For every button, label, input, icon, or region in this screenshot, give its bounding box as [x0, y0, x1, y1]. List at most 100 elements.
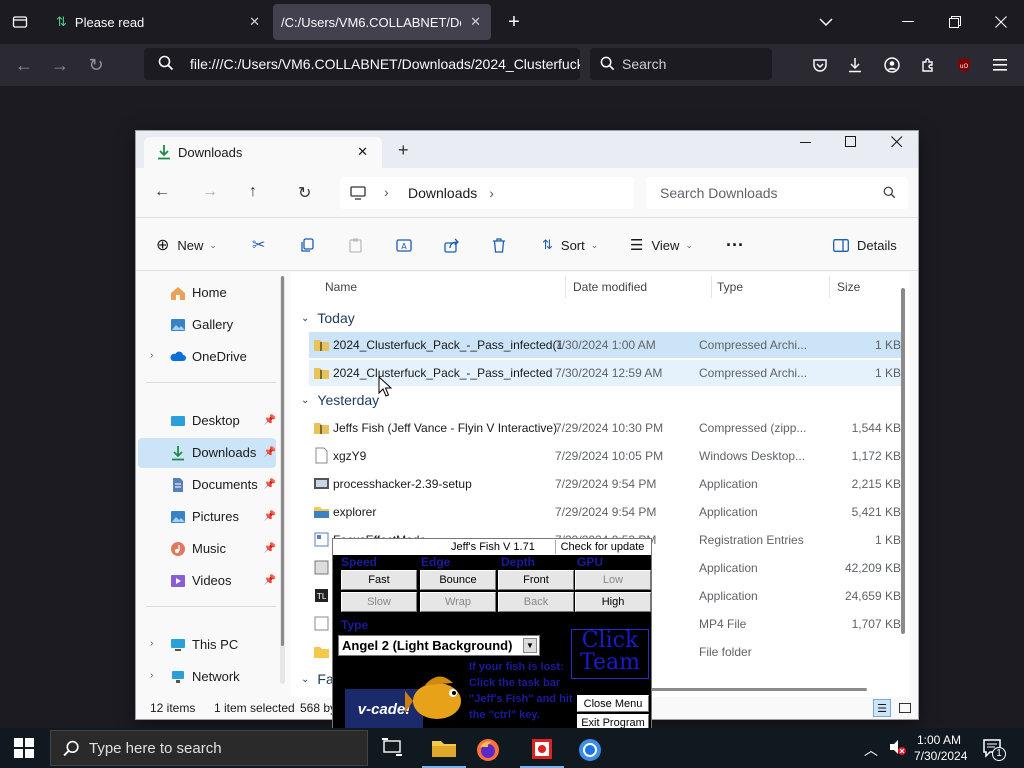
task-view-icon[interactable]: [382, 738, 402, 756]
column-header-type[interactable]: Type: [717, 276, 743, 298]
taskbar-jeffs-fish[interactable]: [520, 730, 564, 768]
up-icon[interactable]: ↑: [249, 183, 257, 201]
back-icon[interactable]: ←: [154, 183, 170, 201]
close-window-icon[interactable]: [989, 10, 1013, 34]
menu-icon[interactable]: [988, 53, 1012, 77]
new-button[interactable]: ⊕ New ⌄: [156, 218, 217, 272]
group-header-fa[interactable]: ⌄ Fa: [301, 669, 334, 689]
tab-downloads-file[interactable]: /C:/Users/VM6.COLLABNET/Downl ✕: [273, 4, 491, 40]
close-tab-icon[interactable]: ✕: [249, 14, 260, 30]
click-team-logo[interactable]: Click Team: [571, 629, 649, 679]
copy-icon[interactable]: [300, 218, 315, 272]
minimize-icon[interactable]: [800, 136, 812, 148]
close-window-icon[interactable]: [891, 136, 903, 148]
sidebar-item-network[interactable]: › Network: [138, 662, 276, 692]
column-divider[interactable]: [565, 276, 566, 298]
extensions-icon[interactable]: [916, 53, 940, 77]
address-bar[interactable]: › Downloads ›: [340, 177, 634, 209]
chevron-right-icon[interactable]: ›: [150, 670, 153, 681]
pocket-icon[interactable]: [808, 53, 832, 77]
restore-icon[interactable]: [943, 10, 967, 34]
list-all-tabs-icon[interactable]: [814, 10, 838, 34]
more-options-icon[interactable]: ···: [726, 218, 744, 272]
check-update-button[interactable]: Check for update: [555, 540, 649, 554]
fast-button[interactable]: Fast: [341, 570, 417, 590]
new-tab-icon[interactable]: +: [502, 10, 526, 34]
taskbar-search-box[interactable]: Type here to search: [50, 730, 368, 766]
high-button[interactable]: High: [575, 592, 651, 612]
table-row[interactable]: explorer 7/29/2024 9:54 PM Application 5…: [309, 499, 901, 525]
taskbar-firefox-icon[interactable]: [476, 738, 500, 762]
fish-type-select[interactable]: Angel 2 (Light Background) ▼: [338, 635, 540, 656]
column-divider[interactable]: [711, 276, 712, 298]
table-row[interactable]: 2024_Clusterfuck_Pack_-_Pass_infected 7/…: [309, 360, 901, 386]
sidebar-item-desktop[interactable]: Desktop 📌: [138, 406, 276, 436]
group-header-yesterday[interactable]: ⌄ Yesterday: [301, 390, 379, 410]
cut-icon[interactable]: ✂: [252, 218, 265, 272]
column-header-name[interactable]: Name: [325, 276, 357, 298]
chevron-right-icon[interactable]: ›: [150, 350, 153, 361]
account-icon[interactable]: [880, 53, 904, 77]
back-button[interactable]: Back: [498, 592, 574, 612]
new-tab-icon[interactable]: +: [398, 140, 409, 161]
windows-start-icon[interactable]: [14, 738, 34, 758]
chevron-down-icon[interactable]: ▼: [523, 638, 537, 653]
taskbar-file-explorer[interactable]: [422, 730, 466, 768]
close-menu-button[interactable]: Close Menu: [577, 695, 649, 712]
forward-icon[interactable]: →: [202, 183, 218, 201]
explorer-tab-downloads[interactable]: Downloads ✕: [144, 137, 382, 168]
slow-button[interactable]: Slow: [341, 592, 417, 612]
sidebar-item-this-pc[interactable]: › This PC: [138, 630, 276, 660]
refresh-icon[interactable]: ↻: [298, 183, 311, 203]
volume-muted-icon[interactable]: [888, 738, 906, 756]
table-row[interactable]: Jeffs Fish (Jeff Vance - Flyin V Interac…: [309, 415, 901, 441]
tab-please-read[interactable]: ⇅ Please read ✕: [44, 4, 270, 40]
sidebar-scrollbar[interactable]: [280, 276, 285, 684]
explorer-search-box[interactable]: Search Downloads: [646, 177, 908, 209]
tab-list-icon[interactable]: [8, 10, 32, 34]
column-header-date[interactable]: Date modified: [573, 276, 647, 298]
low-button[interactable]: Low: [575, 570, 651, 590]
tiles-view-icon[interactable]: [896, 699, 914, 717]
column-divider[interactable]: [829, 276, 830, 298]
front-button[interactable]: Front: [498, 570, 574, 590]
forward-icon[interactable]: →: [48, 53, 72, 77]
url-bar[interactable]: file:///C:/Users/VM6.COLLABNET/Downloads…: [144, 48, 580, 80]
sidebar-item-downloads[interactable]: Downloads 📌: [138, 438, 276, 468]
details-button[interactable]: Details: [833, 218, 897, 272]
table-row[interactable]: xgzY9 7/29/2024 10:05 PM Windows Desktop…: [309, 443, 901, 469]
taskbar-chrome-icon[interactable]: [578, 738, 602, 762]
sidebar-item-onedrive[interactable]: › OneDrive: [138, 342, 276, 372]
notification-center-icon[interactable]: 1: [982, 738, 1006, 761]
sidebar-item-gallery[interactable]: Gallery: [138, 310, 276, 340]
details-view-icon[interactable]: ☰: [873, 699, 891, 717]
breadcrumb-downloads[interactable]: Downloads: [408, 185, 477, 201]
taskbar-clock[interactable]: 1:00 AM 7/30/2024: [914, 732, 967, 764]
wrap-button[interactable]: Wrap: [420, 592, 496, 612]
maximize-icon[interactable]: [845, 136, 857, 148]
reload-icon[interactable]: ↻: [84, 53, 108, 77]
chevron-up-icon[interactable]: ︿: [864, 740, 878, 760]
paste-icon[interactable]: [348, 218, 363, 272]
group-header-today[interactable]: ⌄ Today: [301, 308, 355, 328]
sidebar-item-pictures[interactable]: Pictures 📌: [138, 502, 276, 532]
horizontal-scrollbar[interactable]: [631, 688, 867, 691]
bounce-button[interactable]: Bounce: [420, 570, 496, 590]
downloads-icon[interactable]: [843, 53, 867, 77]
delete-icon[interactable]: [492, 218, 506, 272]
view-button[interactable]: ☰ View ⌄: [630, 218, 693, 272]
table-row[interactable]: 2024_Clusterfuck_Pack_-_Pass_infected(1)…: [309, 332, 901, 358]
minimize-icon[interactable]: [896, 10, 920, 34]
vertical-scrollbar[interactable]: [901, 288, 905, 634]
sidebar-item-home[interactable]: Home: [138, 278, 276, 308]
column-header-size[interactable]: Size: [837, 276, 860, 298]
back-icon[interactable]: ←: [12, 53, 36, 77]
close-tab-icon[interactable]: ✕: [470, 14, 481, 30]
share-icon[interactable]: [444, 218, 460, 272]
close-tab-icon[interactable]: ✕: [357, 144, 368, 160]
breadcrumb-separator-icon[interactable]: ›: [489, 185, 494, 201]
rename-icon[interactable]: A: [396, 218, 412, 272]
sidebar-item-music[interactable]: Music 📌: [138, 534, 276, 564]
chevron-right-icon[interactable]: ›: [150, 638, 153, 649]
browser-search-bar[interactable]: Search: [590, 48, 772, 80]
